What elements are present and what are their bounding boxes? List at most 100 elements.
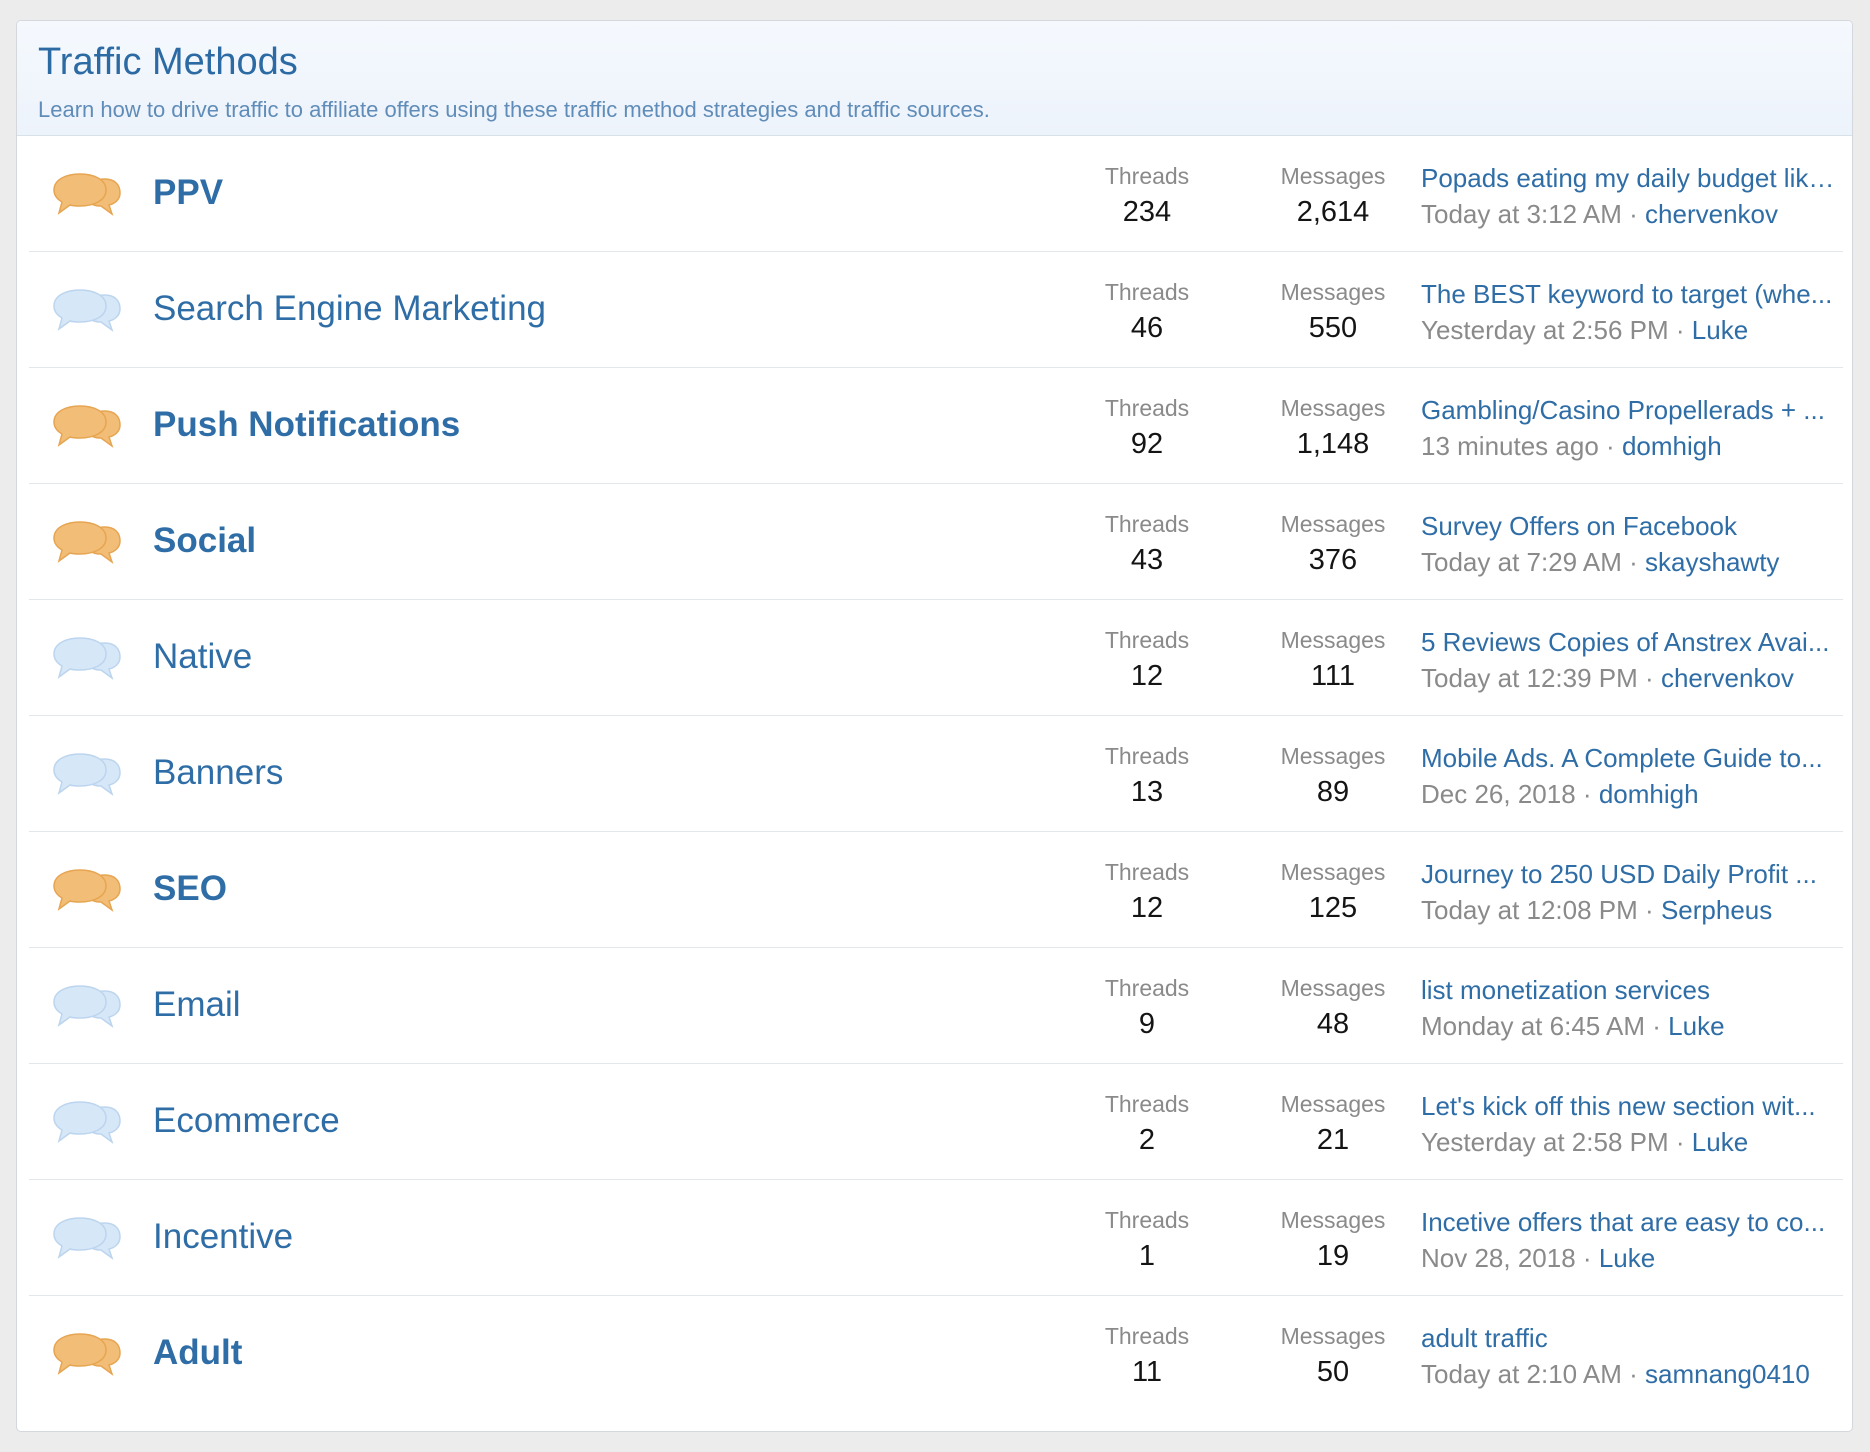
last-post-date[interactable]: Yesterday at 2:56 PM bbox=[1421, 315, 1669, 345]
threads-label: Threads bbox=[1104, 1323, 1190, 1349]
messages-stat: Messages 1,148 bbox=[1249, 394, 1417, 461]
last-post-meta: Yesterday at 2:58 PM · Luke bbox=[1421, 1126, 1845, 1158]
last-post-date[interactable]: Monday at 6:45 AM bbox=[1421, 1011, 1645, 1041]
last-post-title-link[interactable]: Incetive offers that are easy to co... bbox=[1421, 1206, 1845, 1238]
chat-bubbles-read-icon[interactable] bbox=[51, 1100, 121, 1154]
messages-count: 19 bbox=[1316, 1240, 1350, 1272]
threads-count: 234 bbox=[1122, 196, 1172, 228]
messages-count: 21 bbox=[1316, 1124, 1350, 1156]
messages-count: 376 bbox=[1308, 544, 1358, 576]
meta-separator: · bbox=[1645, 663, 1654, 693]
messages-stat: Messages 125 bbox=[1249, 858, 1417, 925]
last-post-info: Mobile Ads. A Complete Guide to... Dec 2… bbox=[1421, 742, 1845, 810]
threads-label: Threads bbox=[1104, 1207, 1190, 1233]
threads-count: 1 bbox=[1138, 1240, 1156, 1272]
chat-bubbles-read-icon[interactable] bbox=[51, 636, 121, 690]
threads-count: 46 bbox=[1130, 312, 1164, 344]
chat-bubbles-read-icon[interactable] bbox=[51, 1216, 121, 1270]
threads-count: 12 bbox=[1130, 660, 1164, 692]
messages-count: 550 bbox=[1308, 312, 1358, 344]
messages-count: 125 bbox=[1308, 892, 1358, 924]
chat-bubbles-read-icon[interactable] bbox=[51, 288, 121, 342]
last-post-date[interactable]: Today at 7:29 AM bbox=[1421, 547, 1622, 577]
last-post-username[interactable]: domhigh bbox=[1622, 431, 1722, 461]
node-title-link[interactable]: PPV bbox=[153, 172, 223, 214]
chat-bubbles-read-icon[interactable] bbox=[51, 752, 121, 806]
messages-count: 1,148 bbox=[1296, 428, 1370, 460]
node-title-link[interactable]: Banners bbox=[153, 752, 283, 794]
category-description: Learn how to drive traffic to affiliate … bbox=[38, 97, 990, 122]
last-post-date[interactable]: Today at 12:08 PM bbox=[1421, 895, 1638, 925]
last-post-username[interactable]: Luke bbox=[1692, 315, 1748, 345]
last-post-username[interactable]: chervenkov bbox=[1645, 199, 1778, 229]
chat-bubbles-unread-icon[interactable] bbox=[51, 404, 121, 458]
category-title[interactable]: Traffic Methods bbox=[38, 39, 1852, 85]
last-post-date[interactable]: Yesterday at 2:58 PM bbox=[1421, 1127, 1669, 1157]
messages-stat: Messages 21 bbox=[1249, 1090, 1417, 1157]
last-post-title-link[interactable]: The BEST keyword to target (whe... bbox=[1421, 278, 1845, 310]
last-post-username[interactable]: Serpheus bbox=[1661, 895, 1772, 925]
chat-bubbles-read-icon[interactable] bbox=[51, 984, 121, 1038]
last-post-meta: Today at 7:29 AM · skayshawty bbox=[1421, 546, 1845, 578]
messages-label: Messages bbox=[1280, 627, 1386, 653]
threads-label: Threads bbox=[1104, 1091, 1190, 1117]
last-post-title-link[interactable]: Popads eating my daily budget like crazy bbox=[1421, 162, 1845, 194]
last-post-username[interactable]: Luke bbox=[1668, 1011, 1724, 1041]
last-post-date[interactable]: Nov 28, 2018 bbox=[1421, 1243, 1576, 1273]
last-post-username[interactable]: Luke bbox=[1692, 1127, 1748, 1157]
forum-node-row: Social Threads 43 Messages 376 Survey Of… bbox=[29, 484, 1843, 600]
node-title-link[interactable]: Search Engine Marketing bbox=[153, 288, 546, 330]
last-post-title-link[interactable]: adult traffic bbox=[1421, 1322, 1845, 1354]
node-title-link[interactable]: Email bbox=[153, 984, 241, 1026]
threads-stat: Threads 1 bbox=[1085, 1206, 1209, 1273]
node-title-link[interactable]: Incentive bbox=[153, 1216, 293, 1258]
threads-label: Threads bbox=[1104, 163, 1190, 189]
last-post-title-link[interactable]: Gambling/Casino Propellerads + ... bbox=[1421, 394, 1845, 426]
chat-bubbles-unread-icon[interactable] bbox=[51, 172, 121, 226]
threads-count: 43 bbox=[1130, 544, 1164, 576]
meta-separator: · bbox=[1606, 431, 1615, 461]
last-post-title-link[interactable]: Journey to 250 USD Daily Profit ... bbox=[1421, 858, 1845, 890]
last-post-username[interactable]: chervenkov bbox=[1661, 663, 1794, 693]
last-post-info: Journey to 250 USD Daily Profit ... Toda… bbox=[1421, 858, 1845, 926]
forum-category-block: Traffic Methods Learn how to drive traff… bbox=[16, 20, 1853, 1432]
node-title-link[interactable]: Adult bbox=[153, 1332, 242, 1374]
messages-label: Messages bbox=[1280, 743, 1386, 769]
last-post-title-link[interactable]: Let's kick off this new section wit... bbox=[1421, 1090, 1845, 1122]
last-post-date[interactable]: 13 minutes ago bbox=[1421, 431, 1599, 461]
last-post-username[interactable]: samnang0410 bbox=[1645, 1359, 1810, 1389]
chat-bubbles-unread-icon[interactable] bbox=[51, 520, 121, 574]
last-post-date[interactable]: Dec 26, 2018 bbox=[1421, 779, 1576, 809]
threads-stat: Threads 9 bbox=[1085, 974, 1209, 1041]
last-post-info: Survey Offers on Facebook Today at 7:29 … bbox=[1421, 510, 1845, 578]
node-title-link[interactable]: Social bbox=[153, 520, 256, 562]
last-post-title-link[interactable]: Survey Offers on Facebook bbox=[1421, 510, 1845, 542]
chat-bubbles-unread-icon[interactable] bbox=[51, 1332, 121, 1386]
last-post-username[interactable]: skayshawty bbox=[1645, 547, 1779, 577]
threads-stat: Threads 43 bbox=[1085, 510, 1209, 577]
messages-label: Messages bbox=[1280, 1323, 1386, 1349]
chat-bubbles-unread-icon[interactable] bbox=[51, 868, 121, 922]
last-post-username[interactable]: Luke bbox=[1599, 1243, 1655, 1273]
meta-separator: · bbox=[1629, 547, 1638, 577]
node-title-link[interactable]: Native bbox=[153, 636, 252, 678]
last-post-title-link[interactable]: 5 Reviews Copies of Anstrex Avai... bbox=[1421, 626, 1845, 658]
last-post-date[interactable]: Today at 3:12 AM bbox=[1421, 199, 1622, 229]
threads-label: Threads bbox=[1104, 395, 1190, 421]
threads-label: Threads bbox=[1104, 279, 1190, 305]
messages-stat: Messages 50 bbox=[1249, 1322, 1417, 1389]
node-title-link[interactable]: Push Notifications bbox=[153, 404, 460, 446]
node-title-link[interactable]: SEO bbox=[153, 868, 227, 910]
last-post-meta: Monday at 6:45 AM · Luke bbox=[1421, 1010, 1845, 1042]
last-post-title-link[interactable]: list monetization services bbox=[1421, 974, 1845, 1006]
last-post-date[interactable]: Today at 2:10 AM bbox=[1421, 1359, 1622, 1389]
threads-count: 11 bbox=[1131, 1356, 1163, 1388]
messages-count: 111 bbox=[1310, 660, 1356, 692]
forum-node-row: Search Engine Marketing Threads 46 Messa… bbox=[29, 252, 1843, 368]
messages-label: Messages bbox=[1280, 395, 1386, 421]
node-title-link[interactable]: Ecommerce bbox=[153, 1100, 340, 1142]
last-post-username[interactable]: domhigh bbox=[1599, 779, 1699, 809]
last-post-date[interactable]: Today at 12:39 PM bbox=[1421, 663, 1638, 693]
last-post-title-link[interactable]: Mobile Ads. A Complete Guide to... bbox=[1421, 742, 1845, 774]
last-post-meta: Dec 26, 2018 · domhigh bbox=[1421, 778, 1845, 810]
